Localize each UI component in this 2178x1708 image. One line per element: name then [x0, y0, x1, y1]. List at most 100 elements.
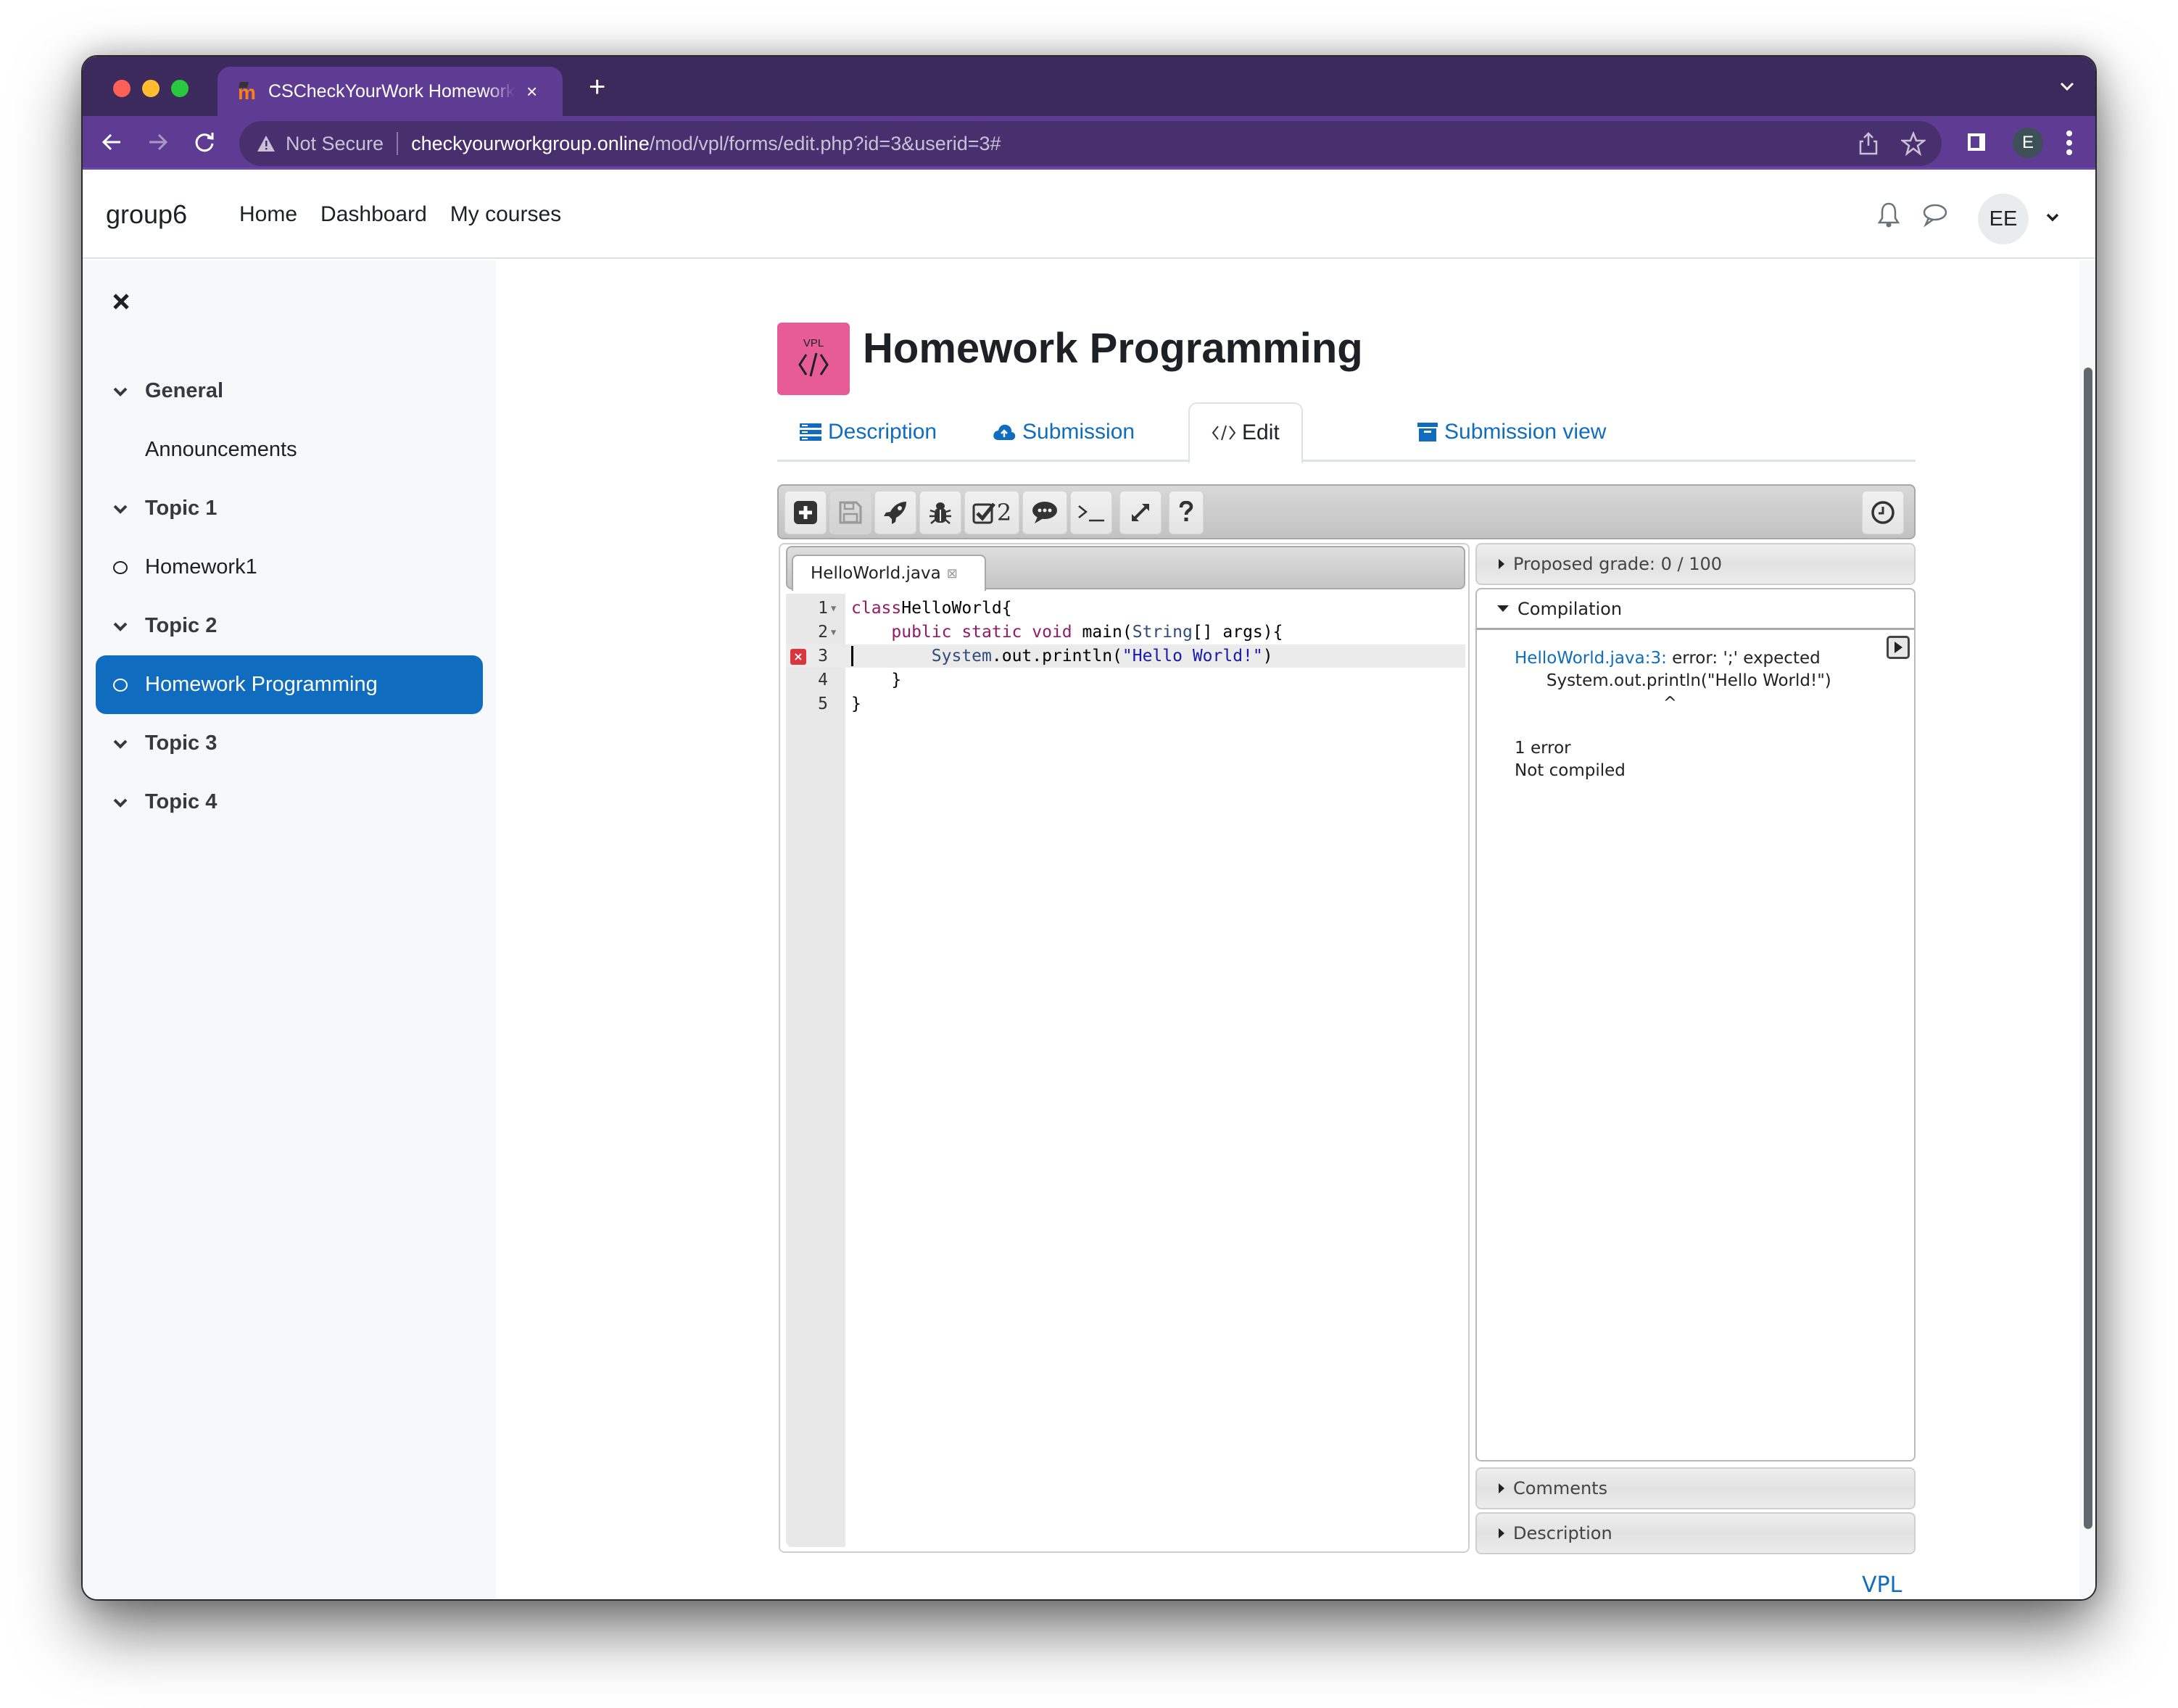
code-text: classHelloWorld{ — [851, 597, 1012, 620]
fold-arrow-icon[interactable]: ▼ — [831, 597, 836, 620]
sidebar-item-label: Announcements — [145, 438, 297, 461]
sidebar-item-topic-1[interactable]: Topic 1 — [83, 479, 496, 538]
description-icon — [800, 423, 821, 441]
code-line[interactable]: 1 ▼ classHelloWorld{ — [786, 597, 1465, 620]
chevron-down-icon[interactable] — [112, 794, 129, 811]
expand-arrows-icon — [1132, 504, 1149, 521]
sidebar-item-homework-programming[interactable]: Homework Programming — [96, 655, 483, 714]
nav-my-courses[interactable]: My courses — [450, 202, 561, 227]
debug-button[interactable] — [919, 491, 961, 534]
tab-description[interactable]: Description — [799, 402, 937, 462]
sidebar-item-announcements[interactable]: Announcements — [83, 420, 496, 479]
scrollbar-thumb[interactable] — [2084, 368, 2092, 1529]
code-line[interactable]: 4 } — [786, 668, 1465, 692]
profile-avatar[interactable]: E — [2013, 128, 2043, 158]
browser-menu-icon[interactable] — [2065, 129, 2074, 157]
sidebar-item-topic-3[interactable]: Topic 3 — [83, 714, 496, 773]
messages-chat-icon[interactable] — [1921, 202, 1947, 227]
chevron-down-icon[interactable] — [112, 735, 129, 753]
speech-bubble-icon — [1032, 502, 1057, 523]
code-token: System — [931, 647, 992, 666]
sidebar-item-homework1[interactable]: Homework1 — [83, 538, 496, 597]
sidebar-item-general[interactable]: General — [83, 362, 496, 420]
description-title: Description — [1513, 1523, 1612, 1543]
tab-submission-view[interactable]: Submission view — [1417, 402, 1606, 462]
line-number-gutter — [786, 594, 845, 1547]
ide-help-button[interactable] — [1169, 491, 1204, 534]
console-button[interactable] — [1070, 491, 1112, 534]
code-token: main( — [1072, 623, 1133, 642]
compile-status: Not compiled — [1515, 761, 1626, 780]
show-console-play-icon[interactable] — [1887, 636, 1910, 659]
error-message: error: ';' expected — [1666, 649, 1821, 668]
code-line[interactable]: 5} — [786, 692, 1465, 716]
code-editor[interactable]: 1 ▼ classHelloWorld{2 ▼ public static void … — [786, 594, 1465, 1547]
save-button[interactable] — [829, 491, 871, 534]
url-path: /mod/vpl/forms/edit.php?id=3&userid=3# — [649, 132, 1001, 154]
close-drawer-icon[interactable] — [112, 292, 131, 311]
timer-button[interactable] — [1862, 491, 1904, 534]
sidebar-item-label: Homework Programming — [145, 673, 378, 696]
description-header[interactable]: Description — [1475, 1512, 1916, 1554]
fullscreen-button[interactable] — [1119, 491, 1162, 534]
tab-submission-label: Submission — [1022, 420, 1135, 444]
new-file-button[interactable] — [784, 491, 827, 534]
nav-dashboard[interactable]: Dashboard — [320, 202, 427, 227]
evaluate-button[interactable]: 2 — [964, 491, 1019, 534]
vpl-footer-link[interactable]: VPL — [1862, 1572, 1902, 1598]
run-button[interactable] — [874, 491, 916, 534]
compilation-header[interactable]: Compilation — [1477, 589, 1914, 630]
vpl-activity-icon: VPL — [777, 323, 850, 395]
maximize-window-button[interactable] — [171, 80, 189, 97]
comments-button[interactable] — [1022, 491, 1067, 534]
file-tab-helloworld[interactable]: HelloWorld.java ⊠ — [792, 555, 986, 591]
share-icon[interactable] — [1858, 131, 1879, 156]
code-line[interactable]: × 3 System.out.println("Hello World!") — [786, 644, 1465, 668]
forward-arrow-icon[interactable] — [145, 129, 171, 155]
sidebar-item-topic-2[interactable]: Topic 2 — [83, 597, 496, 655]
minimize-window-button[interactable] — [142, 80, 160, 97]
activity-tabs: Description Submission Edit Submission v… — [777, 402, 1916, 464]
tab-edit[interactable]: Edit — [1188, 402, 1303, 464]
tab-title: CSCheckYourWork Homework — [268, 80, 515, 101]
error-caret-line: ^ — [1515, 694, 1677, 713]
back-arrow-icon[interactable] — [99, 129, 125, 155]
tab-close-button[interactable]: × — [526, 80, 537, 103]
new-tab-button[interactable]: + — [589, 72, 605, 101]
nav-home[interactable]: Home — [239, 202, 297, 227]
warning-triangle-icon — [257, 136, 275, 152]
code-text: System.out.println("Hello World!") — [851, 644, 1273, 668]
chevron-down-icon[interactable] — [112, 618, 129, 635]
chevron-down-icon[interactable] — [112, 500, 129, 518]
chevron-down-icon[interactable] — [112, 383, 129, 400]
code-line[interactable]: 2 ▼ public static void main(String[] args… — [786, 621, 1465, 644]
tab-search-chevron-icon[interactable] — [2059, 78, 2075, 94]
bookmark-star-icon[interactable] — [1901, 131, 1926, 156]
side-panel-icon[interactable] — [1966, 132, 1987, 152]
fold-arrow-icon[interactable]: ▼ — [831, 621, 836, 644]
course-index: General Announcements Topic 1 Homework1 Topi… — [83, 362, 496, 832]
browser-tab-active[interactable]: m CSCheckYourWork Homework × — [218, 67, 563, 116]
compilation-title: Compilation — [1517, 598, 1623, 619]
tab-submission[interactable]: Submission — [992, 402, 1135, 462]
address-bar[interactable]: Not Secure checkyourworkgroup.online/mod… — [239, 121, 1942, 166]
error-location-link[interactable]: HelloWorld.java:3: — [1515, 649, 1667, 668]
line-number: 1 — [818, 599, 828, 618]
notifications-bell-icon[interactable] — [1876, 201, 1901, 228]
vpl-icon-label: VPL — [803, 337, 824, 349]
site-name[interactable]: group6 — [106, 199, 187, 230]
browser-tab-bar: m CSCheckYourWork Homework × + — [83, 57, 2095, 116]
close-window-button[interactable] — [113, 80, 131, 97]
user-menu-avatar[interactable]: EE — [1978, 194, 2029, 244]
proposed-grade-header[interactable]: Proposed grade: 0 / 100 — [1475, 543, 1916, 585]
sidebar-item-topic-4[interactable]: Topic 4 — [83, 773, 496, 832]
comments-header[interactable]: Comments — [1475, 1467, 1916, 1509]
code-brackets-icon — [798, 352, 829, 377]
code-text: } — [851, 692, 861, 716]
reload-icon[interactable] — [191, 129, 218, 155]
file-tab-close-icon[interactable]: ⊠ — [947, 566, 958, 581]
security-status[interactable]: Not Secure — [286, 133, 384, 155]
chevron-down-icon[interactable] — [2045, 210, 2061, 225]
page-scrollbar[interactable] — [2079, 260, 2095, 1599]
code-token: [] args){ — [1192, 623, 1283, 642]
